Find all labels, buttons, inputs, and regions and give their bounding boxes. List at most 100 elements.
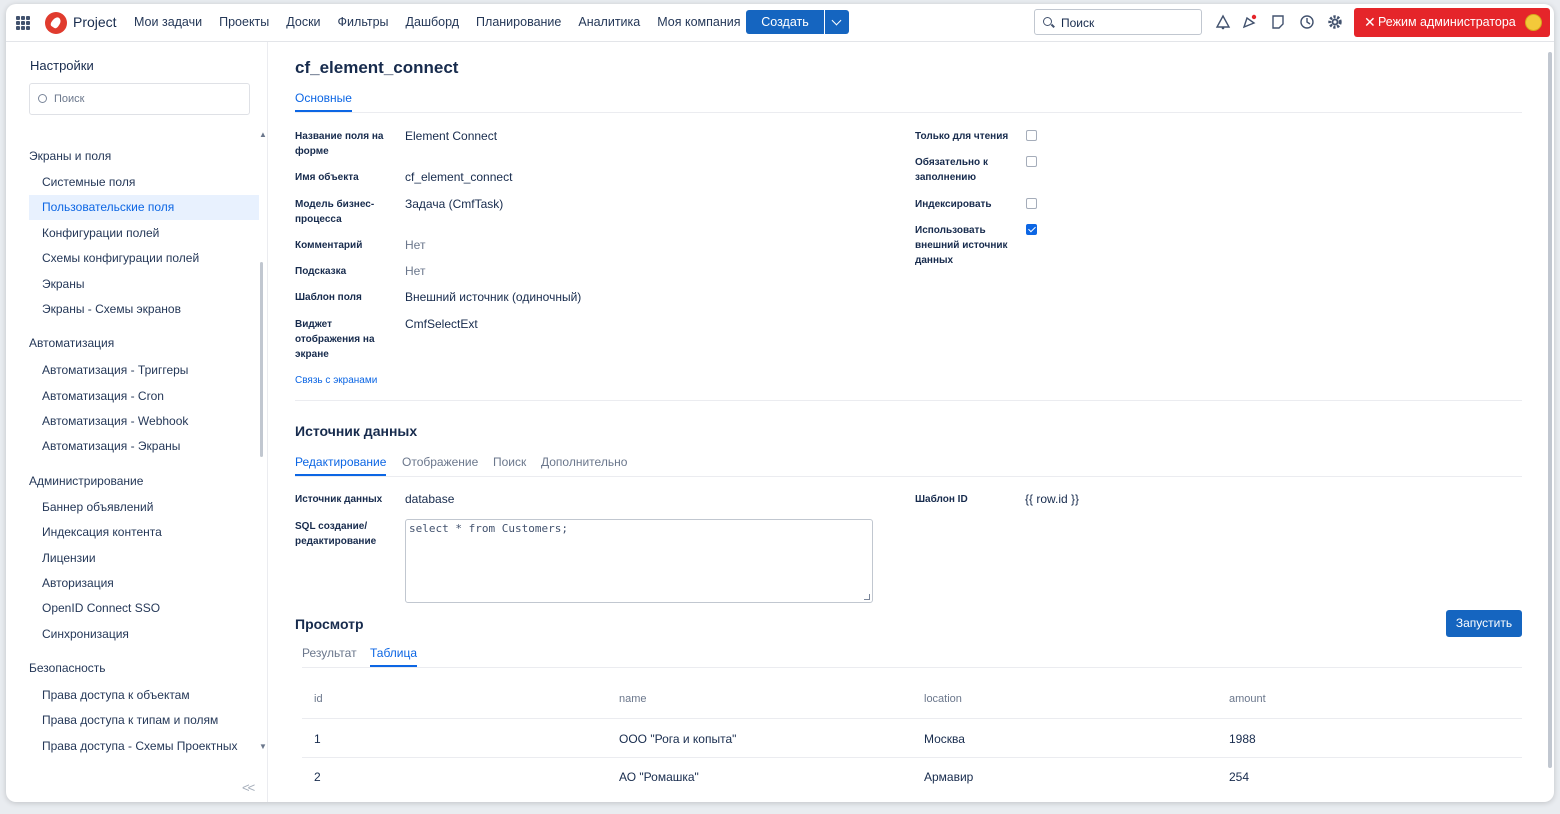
tab-additional[interactable]: Дополнительно — [541, 455, 627, 474]
sidebar-item-openid-sso[interactable]: OpenID Connect SSO — [29, 596, 259, 621]
sidebar-item-announcement-banner[interactable]: Баннер объявлений — [29, 495, 259, 520]
cell-name: ООО "Рога и копыта" — [619, 732, 737, 746]
nav-my-tasks[interactable]: Мои задачи — [134, 15, 202, 29]
sidebar-title: Настройки — [30, 58, 94, 73]
sidebar-item-screens[interactable]: Экраны — [29, 272, 259, 297]
sidebar-item-screen-schemes[interactable]: Экраны - Схемы экранов — [29, 297, 259, 322]
app-name[interactable]: Project — [73, 14, 117, 30]
template-id-value: {{ row.id }} — [1025, 492, 1080, 506]
avatar[interactable] — [1525, 14, 1542, 31]
column-header-amount: amount — [1229, 693, 1266, 705]
collapse-sidebar-icon[interactable]: << — [242, 780, 255, 795]
gear-icon[interactable] — [1327, 14, 1343, 30]
resize-handle-icon[interactable] — [864, 594, 870, 600]
tab-result[interactable]: Результат — [302, 646, 357, 665]
required-checkbox[interactable] — [1026, 156, 1037, 167]
nav-analytics[interactable]: Аналитика — [578, 15, 640, 29]
main-scrollbar[interactable] — [1548, 52, 1552, 768]
global-search-input[interactable]: Поиск — [1034, 9, 1202, 35]
tab-display[interactable]: Отображение — [402, 455, 478, 474]
nav-filters[interactable]: Фильтры — [338, 15, 389, 29]
nav-projects[interactable]: Проекты — [219, 15, 269, 29]
rocket-logo-icon[interactable] — [45, 12, 67, 34]
nav-planning[interactable]: Планирование — [476, 15, 561, 29]
cell-amount: 1988 — [1229, 732, 1256, 746]
row-divider — [302, 718, 1522, 719]
cell-id: 1 — [314, 732, 321, 746]
source-value: database — [405, 492, 455, 506]
index-checkbox[interactable] — [1026, 198, 1037, 209]
flag-label-index: Индексировать — [915, 199, 992, 210]
sidebar-item-authorization[interactable]: Авторизация — [29, 571, 259, 596]
field-label-hint: Подсказка — [295, 266, 347, 277]
preview-tabs: Результат Таблица — [302, 646, 1522, 668]
create-dropdown-button[interactable] — [825, 10, 849, 34]
sql-text: select * from Customers; — [409, 522, 568, 535]
column-header-name: name — [619, 693, 647, 705]
sidebar-item-automation-webhook[interactable]: Автоматизация - Webhook — [29, 409, 259, 434]
nav-my-company[interactable]: Моя компания — [657, 15, 740, 29]
field-value-comment: Нет — [405, 238, 426, 252]
app-switcher-icon[interactable] — [16, 16, 30, 30]
external-source-checkbox[interactable] — [1026, 224, 1037, 235]
sidebar-item-licenses[interactable]: Лицензии — [29, 546, 259, 571]
datasource-tabs: Редактирование Отображение Поиск Дополни… — [295, 455, 1522, 477]
sidebar-item-object-permissions[interactable]: Права доступа к объектам — [29, 683, 259, 708]
column-header-location: location — [924, 693, 962, 705]
announcements-icon[interactable] — [1241, 14, 1257, 30]
page-title: cf_element_connect — [295, 58, 459, 77]
sql-textarea[interactable]: select * from Customers; — [405, 519, 873, 603]
main-nav: Мои задачи Проекты Доски Фильтры Дашборд… — [134, 15, 758, 29]
notes-icon[interactable] — [1270, 14, 1286, 30]
nav-boards[interactable]: Доски — [286, 15, 320, 29]
sidebar-item-system-fields[interactable]: Системные поля — [29, 170, 259, 195]
cell-location: Армавир — [924, 770, 974, 784]
sidebar-item-type-field-permissions[interactable]: Права доступа к типам и полям — [29, 708, 259, 733]
field-label-bp-model: Модель бизнес-процесса — [295, 199, 375, 225]
field-label-template: Шаблон поля — [295, 292, 362, 303]
sidebar-group-screens-fields: Экраны и поля — [29, 149, 112, 163]
field-value-template: Внешний источник (одиночный) — [405, 290, 582, 304]
admin-mode-label: Режим администратора — [1378, 15, 1516, 29]
settings-sidebar: Настройки Поиск ▲ Экраны и поля Системны… — [6, 42, 268, 802]
template-id-label: Шаблон ID — [915, 494, 968, 505]
field-label-comment: Комментарий — [295, 240, 363, 251]
sidebar-item-automation-cron[interactable]: Автоматизация - Cron — [29, 384, 259, 409]
flag-label-required: Обязательно к заполнению — [915, 157, 988, 183]
sidebar-group-automation: Автоматизация — [29, 336, 115, 350]
tab-main[interactable]: Основные — [295, 91, 352, 112]
row-divider — [302, 757, 1522, 758]
flag-label-external-source: Использовать внешний источник данных — [915, 225, 1008, 266]
sidebar-search-placeholder: Поиск — [54, 93, 85, 105]
screens-link[interactable]: Связь с экранами — [295, 375, 377, 386]
history-icon[interactable] — [1299, 14, 1315, 30]
create-button[interactable]: Создать — [746, 10, 824, 34]
scroll-up-icon[interactable]: ▲ — [259, 130, 267, 139]
sidebar-item-automation-triggers[interactable]: Автоматизация - Триггеры — [29, 358, 259, 383]
sidebar-scrollbar[interactable] — [260, 262, 263, 457]
cell-location: Москва — [924, 732, 965, 746]
datasource-title: Источник данных — [295, 423, 418, 439]
sidebar-search-input[interactable]: Поиск — [29, 83, 250, 115]
tab-search[interactable]: Поиск — [493, 455, 526, 474]
notifications-icon[interactable] — [1215, 14, 1231, 30]
readonly-checkbox[interactable] — [1026, 130, 1037, 141]
scroll-down-icon[interactable]: ▼ — [259, 742, 267, 751]
sidebar-item-field-config-schemes[interactable]: Схемы конфигурации полей — [29, 246, 259, 271]
tab-editing[interactable]: Редактирование — [295, 455, 387, 476]
cell-name: АО "Ромашка" — [619, 770, 699, 784]
sidebar-item-field-configurations[interactable]: Конфигурации полей — [29, 221, 259, 246]
tab-table[interactable]: Таблица — [370, 646, 418, 667]
sidebar-item-automation-screens[interactable]: Автоматизация - Экраны — [29, 434, 259, 459]
run-button[interactable]: Запустить — [1446, 610, 1522, 637]
sidebar-item-project-permission-schemes[interactable]: Права доступа - Схемы Проектных — [29, 734, 259, 759]
sidebar-item-custom-fields[interactable]: Пользовательские поля — [29, 195, 259, 220]
sidebar-item-content-indexing[interactable]: Индексация контента — [29, 520, 259, 545]
column-header-id: id — [314, 693, 323, 705]
field-value-widget: CmfSelectExt — [405, 317, 478, 331]
close-icon: ✕ — [1364, 14, 1376, 30]
sidebar-group-administration: Администрирование — [29, 474, 144, 488]
sidebar-item-synchronization[interactable]: Синхронизация — [29, 622, 259, 647]
admin-mode-button[interactable]: ✕ Режим администратора — [1354, 8, 1550, 37]
nav-dashboard[interactable]: Дашборд — [406, 15, 460, 29]
